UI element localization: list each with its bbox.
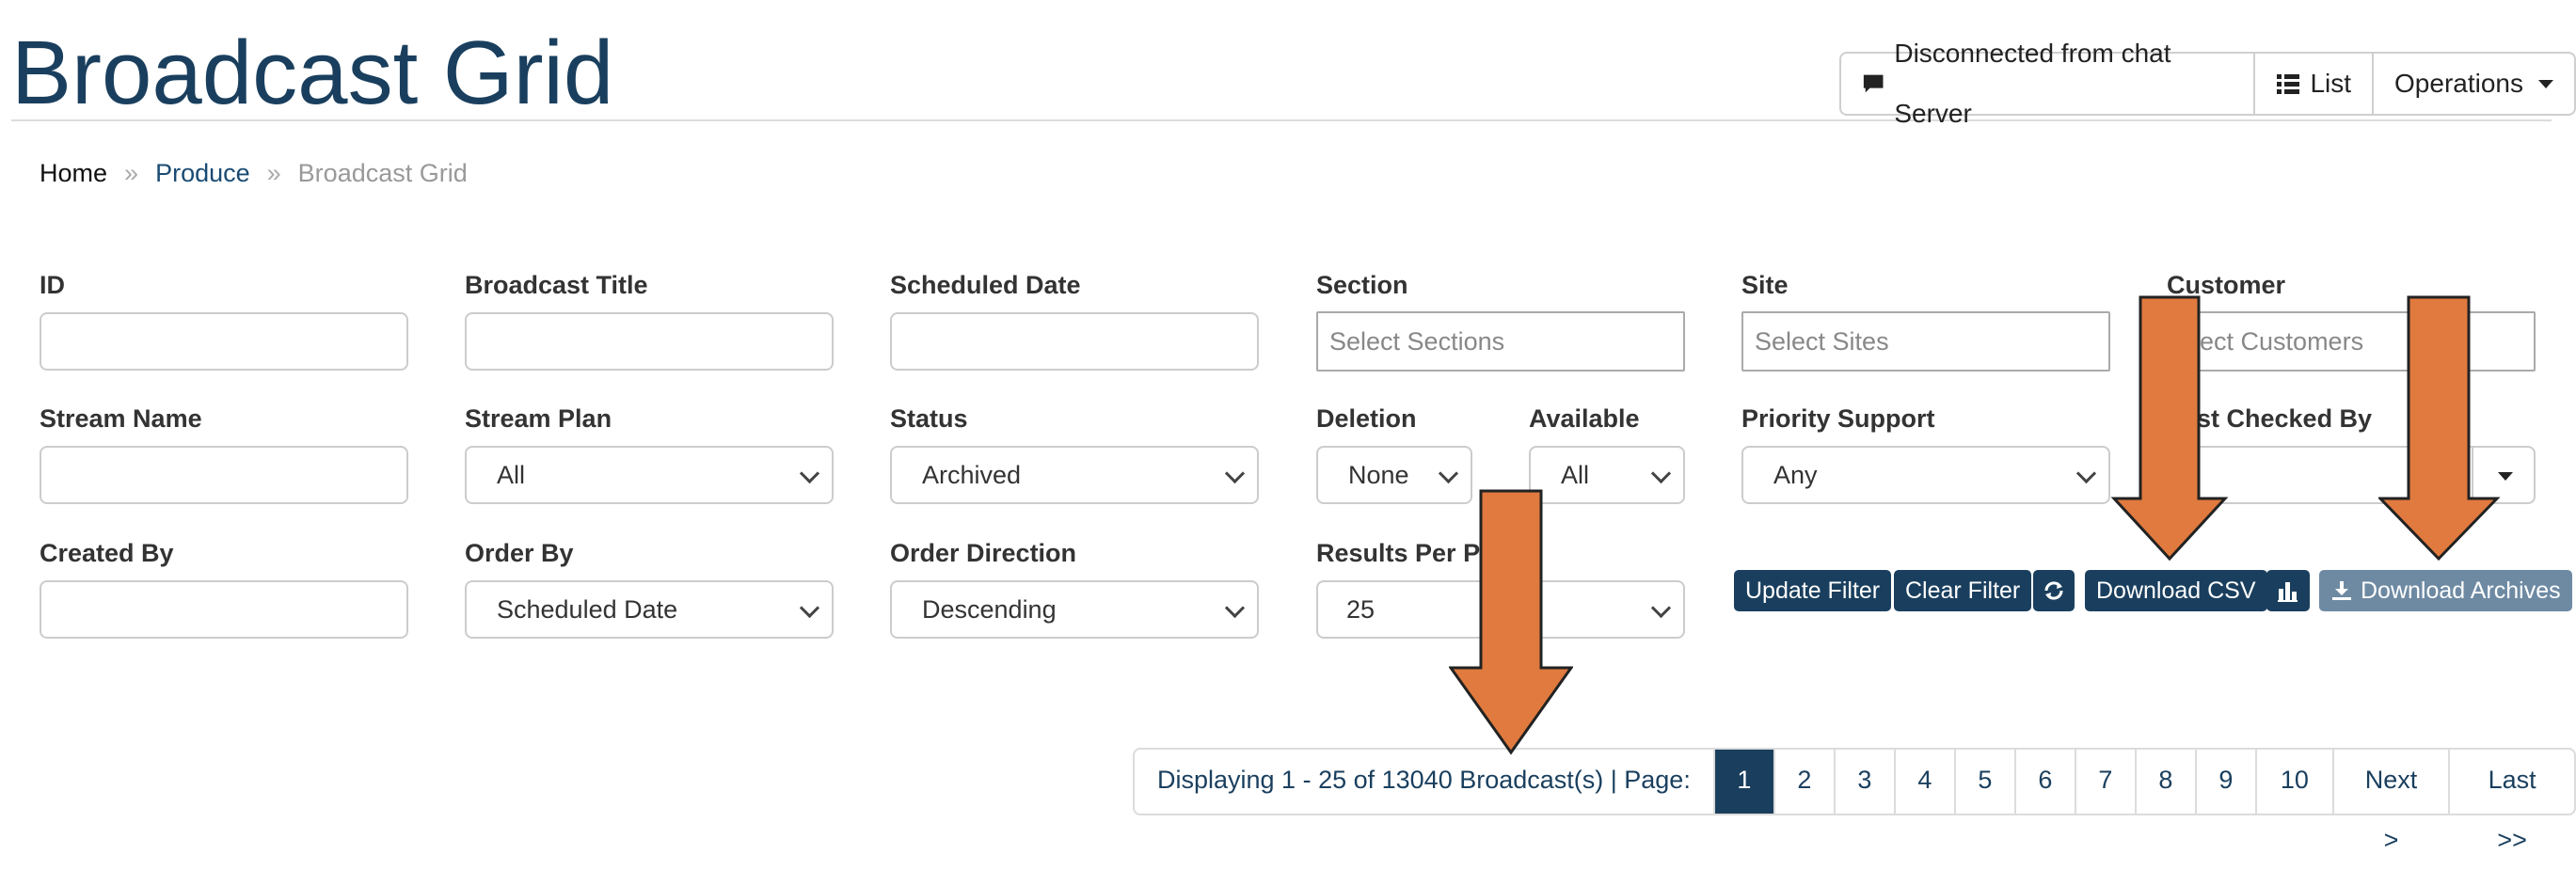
- update-filter-button[interactable]: Update Filter: [1734, 570, 1892, 611]
- stream-name-input[interactable]: [40, 446, 408, 504]
- clear-filter-label: Clear Filter: [1905, 577, 2021, 604]
- pagination: Displaying 1 - 25 of 13040 Broadcast(s) …: [1133, 748, 2576, 854]
- order-by-label: Order By: [465, 539, 574, 567]
- page-1-link[interactable]: 1: [1714, 750, 1775, 814]
- page-10-link[interactable]: 10: [2257, 750, 2334, 814]
- available-label: Available: [1529, 404, 1640, 433]
- arrow-down-icon: [1449, 489, 1573, 755]
- refresh-icon: [2044, 581, 2063, 600]
- priority-support-label: Priority Support: [1741, 404, 1935, 433]
- id-input[interactable]: [40, 312, 408, 371]
- order-by-value: Scheduled Date: [497, 595, 678, 624]
- site-select[interactable]: Select Sites: [1741, 311, 2110, 372]
- available-value: All: [1561, 461, 1590, 489]
- breadcrumb-produce[interactable]: Produce: [155, 157, 250, 189]
- site-label: Site: [1741, 271, 1789, 299]
- chevron-down-icon: [799, 597, 820, 619]
- list-label: List: [2310, 69, 2352, 98]
- breadcrumb-separator: »: [124, 159, 139, 187]
- deletion-value: None: [1348, 461, 1409, 489]
- page-title: Broadcast Grid: [11, 23, 614, 123]
- pagination-info: Displaying 1 - 25 of 13040 Broadcast(s) …: [1135, 750, 1715, 814]
- chat-status-label: Disconnected from chat Server: [1894, 39, 2171, 128]
- chevron-down-icon: [799, 463, 820, 484]
- chevron-down-icon: [1438, 463, 1459, 484]
- page-8-link[interactable]: 8: [2137, 750, 2197, 814]
- id-label: ID: [40, 271, 65, 299]
- chevron-down-icon: [2075, 463, 2097, 484]
- page-2-link[interactable]: 2: [1775, 750, 1836, 814]
- order-direction-value: Descending: [922, 595, 1057, 624]
- operations-dropdown[interactable]: Operations: [2374, 54, 2574, 114]
- priority-support-select[interactable]: Any: [1741, 446, 2110, 504]
- chevron-down-icon: [1224, 463, 1246, 484]
- caret-down-icon: [2538, 79, 2553, 88]
- section-select[interactable]: Select Sections: [1316, 311, 1685, 372]
- stream-plan-select[interactable]: All: [465, 446, 834, 504]
- deletion-label: Deletion: [1316, 404, 1417, 433]
- scheduled-date-input[interactable]: [890, 312, 1259, 371]
- list-icon: [2277, 74, 2300, 94]
- breadcrumb: Home » Produce » Broadcast Grid: [40, 157, 468, 189]
- priority-support-value: Any: [1773, 461, 1818, 489]
- broadcast-title-input[interactable]: [465, 312, 834, 371]
- stream-name-label: Stream Name: [40, 404, 202, 433]
- last-page-link[interactable]: Last >>: [2450, 750, 2574, 854]
- breadcrumb-current: Broadcast Grid: [297, 159, 468, 187]
- status-label: Status: [890, 404, 968, 433]
- page-4-link[interactable]: 4: [1896, 750, 1956, 814]
- order-direction-select[interactable]: Descending: [890, 580, 1259, 639]
- order-direction-label: Order Direction: [890, 539, 1077, 567]
- download-icon: [2332, 581, 2351, 600]
- breadcrumb-separator: »: [266, 159, 281, 187]
- comment-icon: [1863, 74, 1884, 93]
- arrow-down-icon: [2378, 295, 2501, 562]
- page-5-link[interactable]: 5: [1956, 750, 2016, 814]
- created-by-input[interactable]: [40, 580, 408, 639]
- chevron-down-icon: [1650, 597, 1672, 619]
- page-9-link[interactable]: 9: [2197, 750, 2257, 814]
- next-page-link[interactable]: Next >: [2334, 750, 2451, 854]
- download-csv-label: Download CSV: [2096, 577, 2256, 604]
- status-select[interactable]: Archived: [890, 446, 1259, 504]
- download-csv-button[interactable]: Download CSV: [2085, 570, 2267, 611]
- stream-plan-label: Stream Plan: [465, 404, 612, 433]
- status-value: Archived: [922, 461, 1022, 489]
- stream-plan-value: All: [497, 461, 526, 489]
- broadcast-title-label: Broadcast Title: [465, 271, 648, 299]
- page-3-link[interactable]: 3: [1836, 750, 1896, 814]
- list-button[interactable]: List: [2255, 54, 2375, 114]
- clear-filter-button[interactable]: Clear Filter: [1894, 570, 2032, 611]
- chart-button[interactable]: [2266, 570, 2310, 611]
- download-archives-button[interactable]: Download Archives: [2319, 570, 2572, 611]
- breadcrumb-home[interactable]: Home: [40, 157, 107, 189]
- operations-label: Operations: [2394, 69, 2523, 98]
- page-7-link[interactable]: 7: [2076, 750, 2137, 814]
- created-by-label: Created By: [40, 539, 174, 567]
- arrow-down-icon: [2110, 295, 2229, 562]
- chevron-down-icon: [1224, 597, 1246, 619]
- download-archives-label: Download Archives: [2361, 577, 2561, 604]
- refresh-button[interactable]: [2033, 570, 2075, 611]
- header-button-group: Disconnected from chat Server List Opera…: [1839, 39, 2576, 128]
- update-filter-label: Update Filter: [1745, 577, 1881, 604]
- chat-status-button[interactable]: Disconnected from chat Server: [1841, 39, 2256, 128]
- page-6-link[interactable]: 6: [2016, 750, 2076, 814]
- results-per-page-value: 25: [1346, 595, 1375, 624]
- order-by-select[interactable]: Scheduled Date: [465, 580, 834, 639]
- bar-chart-icon: [2278, 582, 2298, 602]
- chevron-down-icon: [1650, 463, 1672, 484]
- scheduled-date-label: Scheduled Date: [890, 271, 1081, 299]
- section-label: Section: [1316, 271, 1408, 299]
